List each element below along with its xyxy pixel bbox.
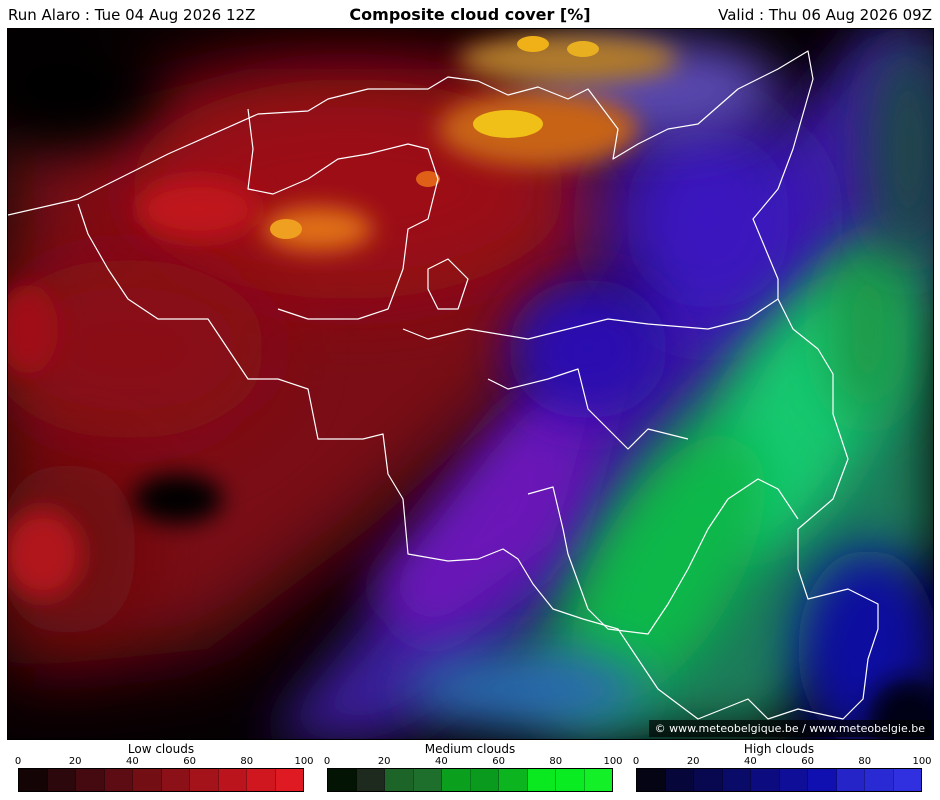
legend-ticks: 0 20 40 60 80 100 <box>632 756 932 768</box>
legend-tick: 60 <box>801 756 814 767</box>
legend-title: High clouds <box>743 742 815 756</box>
legend-tick: 20 <box>68 756 82 767</box>
legend-swatch <box>556 769 585 791</box>
legend-swatch <box>190 769 219 791</box>
legend-tick: 80 <box>549 756 563 767</box>
legend-swatch <box>104 769 133 791</box>
legend-swatch <box>275 769 303 791</box>
legend-color-bar <box>18 768 304 792</box>
copyright-notice: © www.meteobelgique.be / www.meteobelgie… <box>648 720 931 737</box>
legend-swatch <box>751 769 780 791</box>
legend-tick: 40 <box>435 756 448 767</box>
legend-swatch <box>836 769 865 791</box>
valid-time: Valid : Thu 06 Aug 2026 09Z <box>718 6 932 24</box>
medium-clouds-legend: Medium clouds 0 20 40 60 80 100 <box>323 742 623 792</box>
legend-swatch <box>470 769 499 791</box>
legend-swatch <box>385 769 414 791</box>
legend-tick: 0 <box>14 756 22 767</box>
legend-swatch <box>218 769 247 791</box>
legend-title: Medium clouds <box>424 742 516 756</box>
legend-swatch <box>356 769 385 791</box>
legend-tick: 80 <box>240 756 254 767</box>
legend-swatch <box>499 769 528 791</box>
cloud-cover-map[interactable]: © www.meteobelgique.be / www.meteobelgie… <box>7 28 934 740</box>
legend-swatch <box>19 769 48 791</box>
legend-swatch <box>47 769 76 791</box>
legend-swatch <box>893 769 921 791</box>
legend-swatch <box>665 769 694 791</box>
legend-swatch <box>442 769 471 791</box>
legend-tick: 80 <box>858 756 872 767</box>
legend-tick: 20 <box>686 756 700 767</box>
legend-swatch <box>133 769 162 791</box>
high-clouds-legend: High clouds 0 20 40 60 80 100 <box>632 742 932 792</box>
legend-tick: 100 <box>294 756 314 767</box>
legend-swatch <box>76 769 105 791</box>
legend-color-bar <box>327 768 613 792</box>
legend-tick: 60 <box>183 756 196 767</box>
legend-swatch <box>584 769 612 791</box>
legend-swatch <box>808 769 837 791</box>
legend-tick: 0 <box>632 756 640 767</box>
legend-swatch <box>722 769 751 791</box>
legend-tick: 0 <box>323 756 331 767</box>
legend-tick: 100 <box>912 756 932 767</box>
cloud-cover-map-canvas <box>8 29 933 739</box>
legend-swatch <box>328 769 357 791</box>
legend-tick: 60 <box>492 756 505 767</box>
legend-swatch <box>779 769 808 791</box>
legend-tick: 40 <box>744 756 757 767</box>
legend-title: Low clouds <box>127 742 195 756</box>
legend-swatch <box>694 769 723 791</box>
legend-swatch <box>527 769 556 791</box>
legend-swatch <box>247 769 276 791</box>
legend-tick: 100 <box>603 756 623 767</box>
legend-swatch <box>637 769 666 791</box>
low-clouds-legend: Low clouds 0 20 40 60 80 100 <box>14 742 314 792</box>
legend-swatch <box>413 769 442 791</box>
legend-color-bar <box>636 768 922 792</box>
legend-swatch <box>161 769 190 791</box>
legend-swatch <box>865 769 894 791</box>
legend-ticks: 0 20 40 60 80 100 <box>323 756 623 768</box>
legend-tick: 20 <box>377 756 391 767</box>
legend-ticks: 0 20 40 60 80 100 <box>14 756 314 768</box>
legend-tick: 40 <box>126 756 139 767</box>
